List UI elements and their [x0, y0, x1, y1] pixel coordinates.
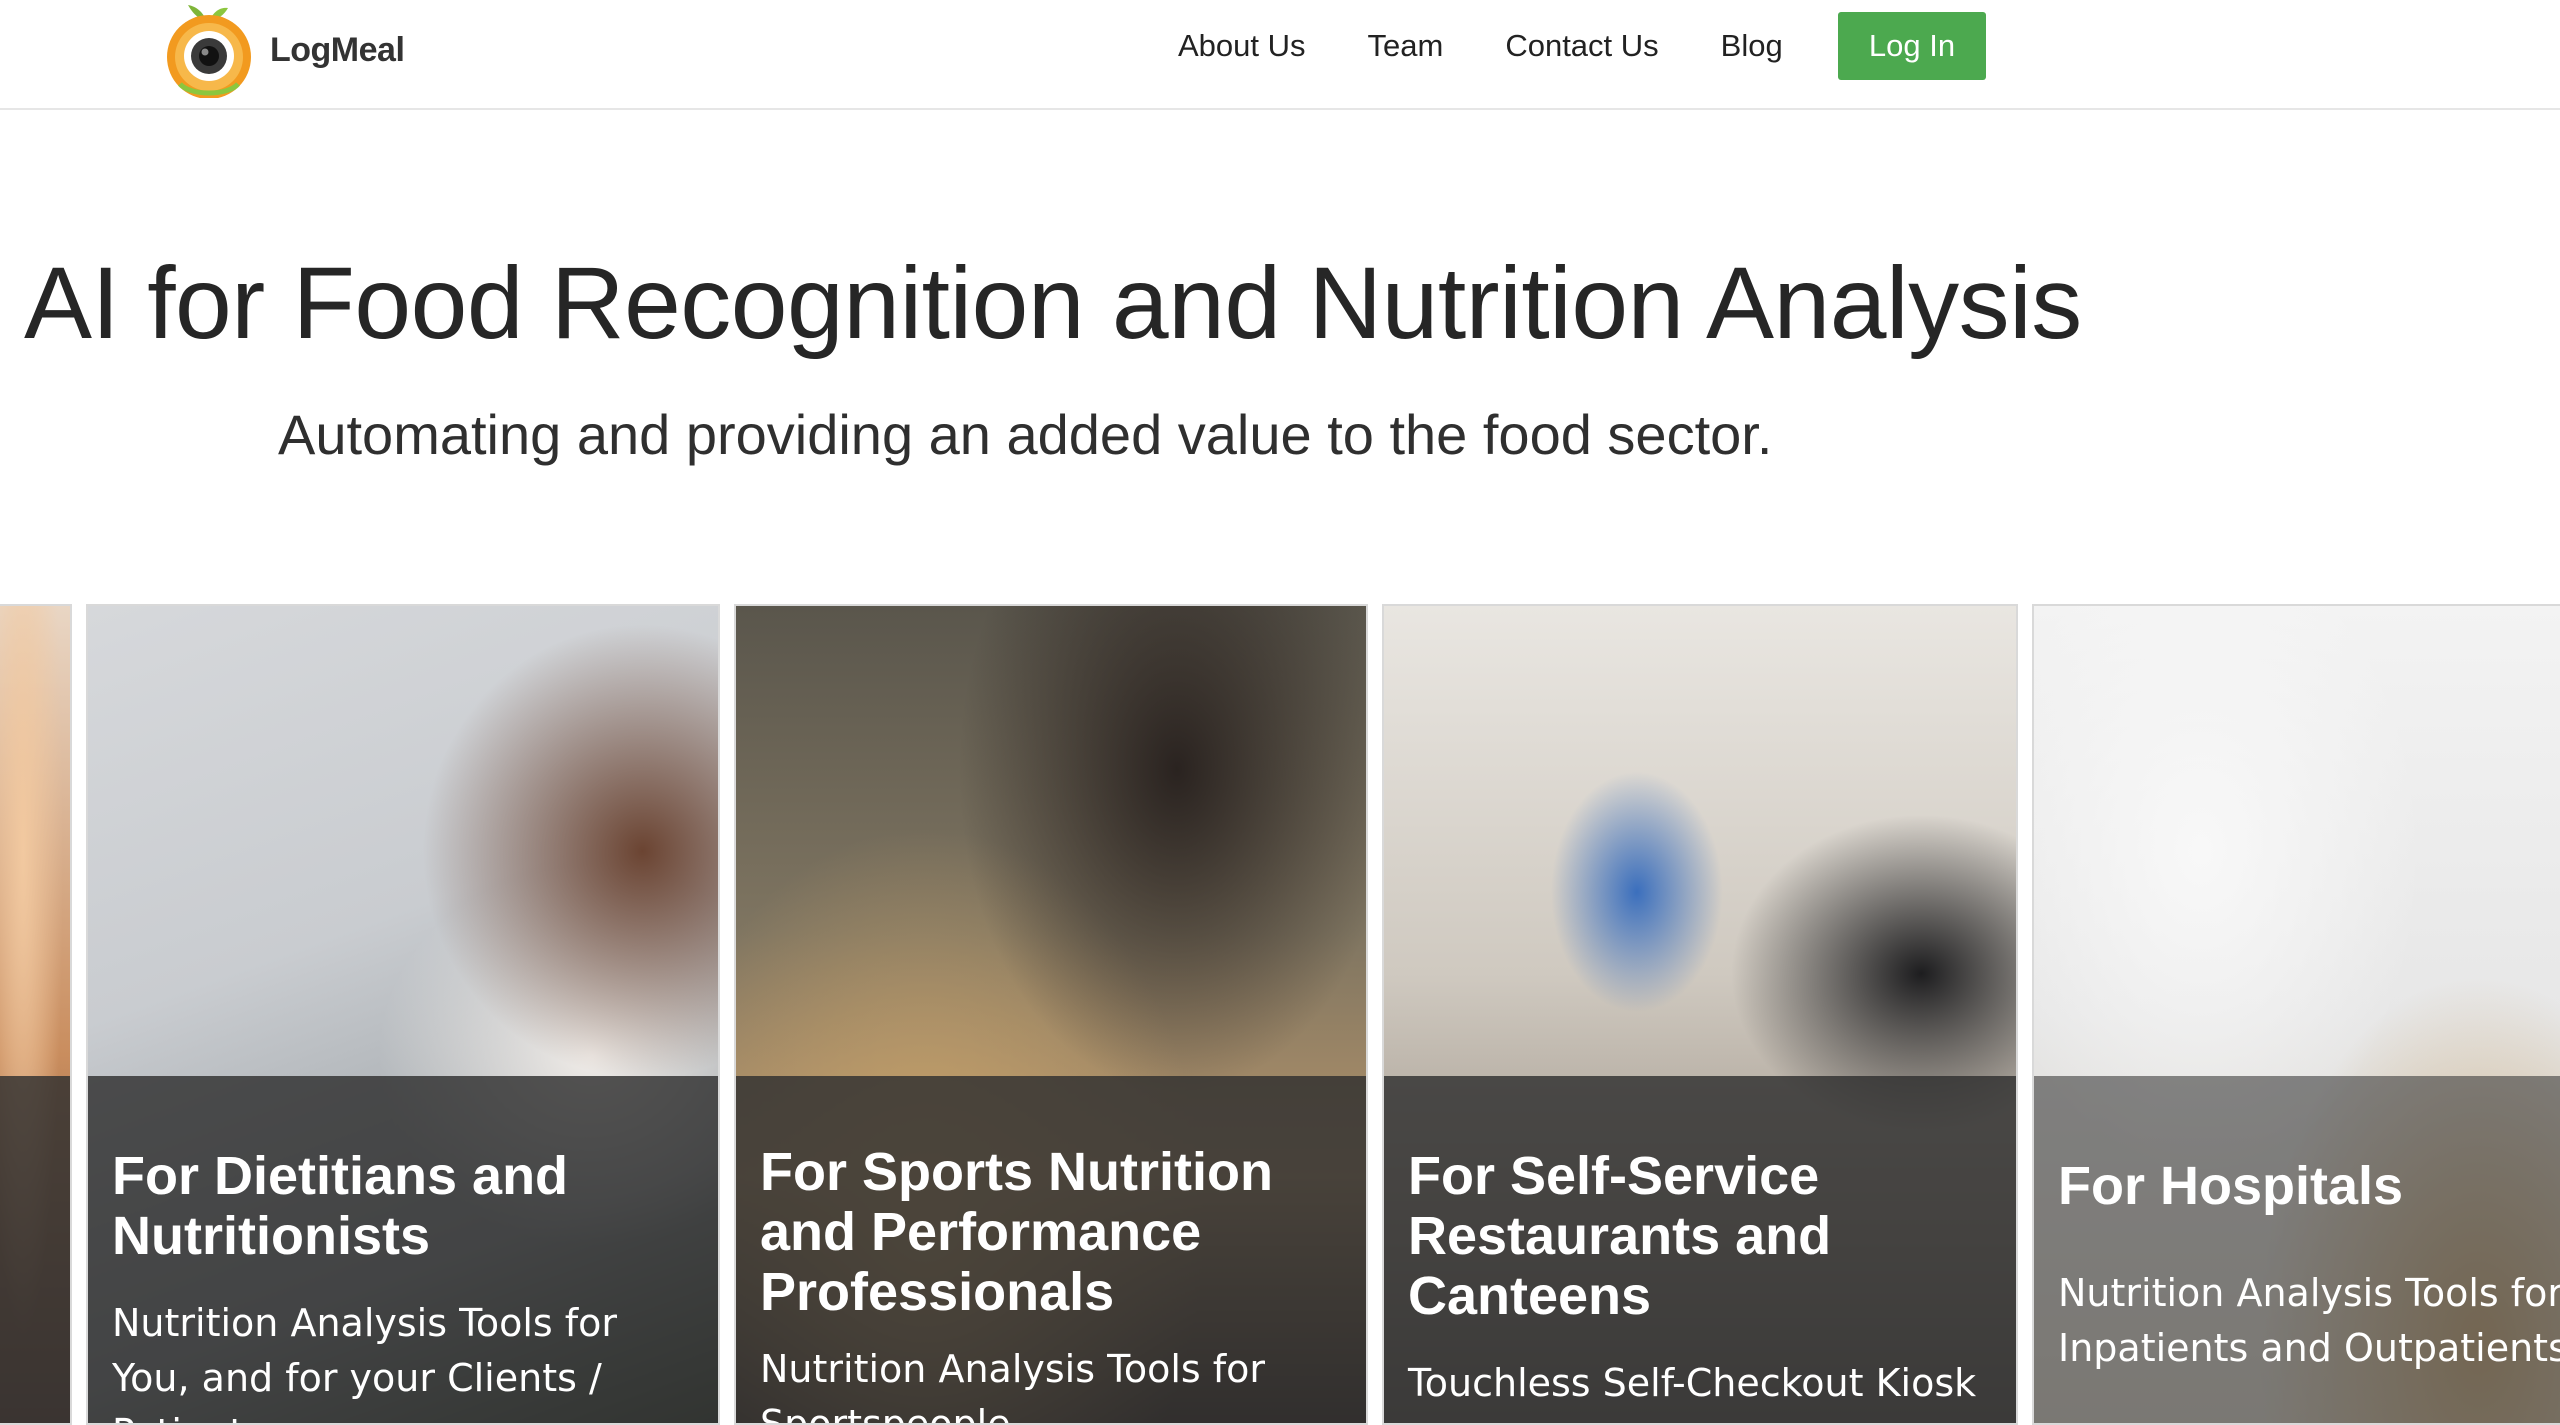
card-overlay: [0, 1076, 70, 1423]
card-description: Nutrition Analysis Tools for Sportspeopl…: [760, 1347, 1266, 1425]
card-title: For Hospitals: [2058, 1156, 2404, 1216]
login-button[interactable]: Log In: [1838, 12, 1986, 80]
camera-apple-logo-icon: [162, 2, 256, 99]
card-description: Nutrition Analysis Tools for Inpatients …: [2058, 1271, 2560, 1370]
audience-cards: For Dietitians and Nutritionists Nutriti…: [0, 604, 2560, 1425]
card-hospitals[interactable]: For Hospitals Nutrition Analysis Tools f…: [2032, 604, 2560, 1425]
card-sports[interactable]: For Sports Nutrition and Performance Pro…: [734, 604, 1368, 1425]
logo[interactable]: LogMeal: [162, 0, 405, 100]
site-header: LogMeal About Us Team Contact Us Blog Lo…: [0, 0, 2560, 110]
card-dietitians[interactable]: For Dietitians and Nutritionists Nutriti…: [86, 604, 720, 1425]
nav-team[interactable]: Team: [1368, 28, 1444, 64]
card-title: For Dietitians and Nutritionists: [112, 1146, 569, 1266]
brand-name: LogMeal: [270, 30, 405, 69]
card-title: For Sports Nutrition and Performance Pro…: [760, 1142, 1273, 1322]
page-title: AI for Food Recognition and Nutrition An…: [24, 246, 2082, 360]
main-nav: About Us Team Contact Us Blog: [1178, 12, 1845, 80]
nav-contact-us[interactable]: Contact Us: [1505, 28, 1658, 64]
nav-about-us[interactable]: About Us: [1178, 28, 1306, 64]
card-title: For Self-Service Restaurants and Canteen…: [1408, 1146, 1832, 1326]
page-subtitle: Automating and providing an added value …: [278, 403, 1773, 466]
card-description: Touchless Self-Checkout Kiosk: [1408, 1361, 1977, 1405]
nav-blog[interactable]: Blog: [1721, 28, 1783, 64]
card-canteens[interactable]: For Self-Service Restaurants and Canteen…: [1382, 604, 2018, 1425]
card-description: Nutrition Analysis Tools for You, and fo…: [112, 1301, 618, 1423]
card-partial-left[interactable]: [0, 604, 72, 1425]
